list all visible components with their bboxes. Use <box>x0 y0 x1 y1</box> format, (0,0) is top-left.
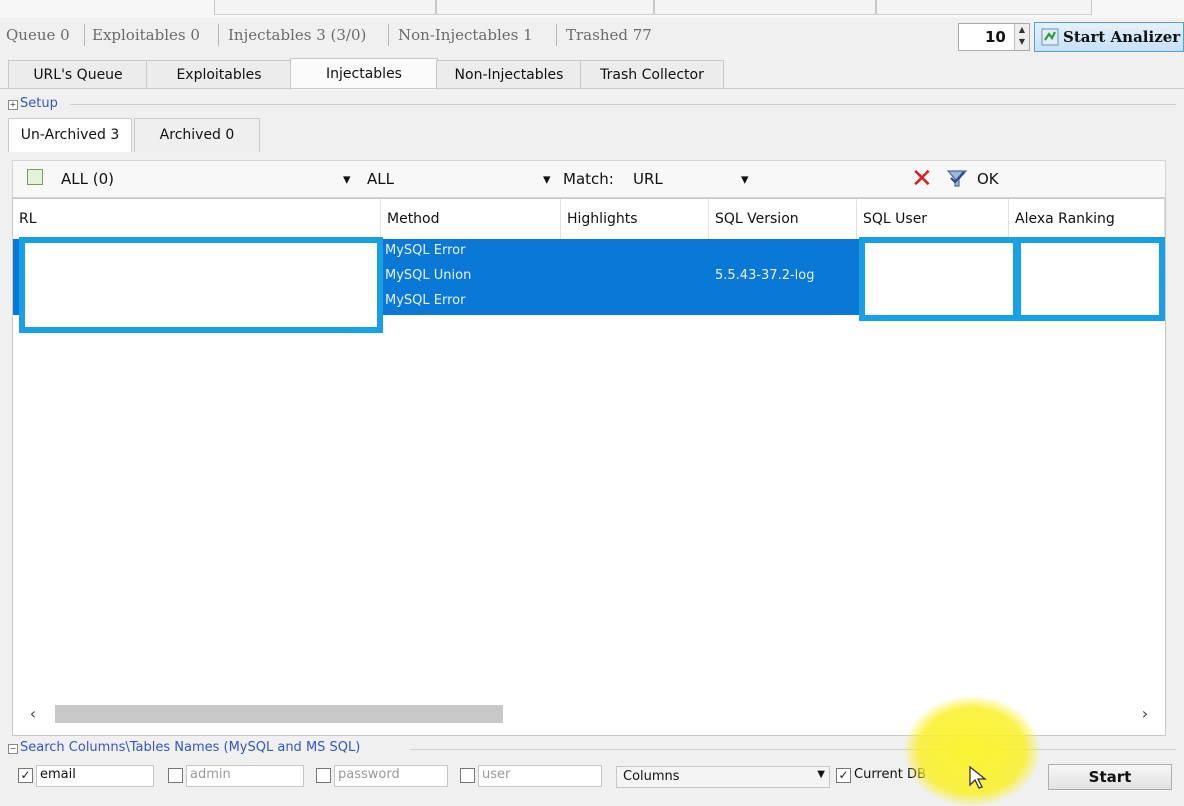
spinner-arrows-icon[interactable]: ▲ ▼ <box>1014 24 1029 50</box>
dropdown-arrow-icon[interactable]: ▾ <box>343 170 351 188</box>
toolbar-field[interactable] <box>214 0 436 15</box>
expand-icon: + <box>8 100 18 110</box>
redacted-url-cell <box>19 237 383 333</box>
top-toolbar-strip <box>0 0 1184 18</box>
column-header-sql-user[interactable]: SQL User <box>857 199 1009 239</box>
match-label: Match: <box>563 170 614 188</box>
queue-counter: Queue 0 <box>6 26 70 44</box>
match-dropdown[interactable]: URL <box>633 170 663 188</box>
scroll-thumb[interactable] <box>55 705 503 723</box>
toolbar-field[interactable] <box>654 0 876 15</box>
scroll-right-icon[interactable]: › <box>1135 701 1155 727</box>
search-divider <box>410 749 1176 750</box>
checkbox-icon[interactable]: ✓ <box>836 768 851 783</box>
checkbox-icon[interactable]: ✓ <box>18 768 33 783</box>
method-cell-line: MySQL Error <box>385 293 466 308</box>
method-cell-line: MySQL Error <box>385 243 466 258</box>
search-columns-label: Search Columns\Tables Names (MySQL and M… <box>20 740 361 755</box>
search-term-label: user <box>482 767 511 782</box>
analizer-icon <box>1041 28 1059 46</box>
scroll-left-icon[interactable]: ‹ <box>23 701 43 727</box>
columns-dropdown[interactable]: Columns ▼ <box>616 766 830 788</box>
exploitables-counter: Exploitables 0 <box>92 26 200 44</box>
start-analizer-label: Start Analizer <box>1063 28 1181 46</box>
column-header-sql-version[interactable]: SQL Version <box>709 199 857 239</box>
filter-bar: ALL (0) ▾ ALL ▾ Match: URL ▾ ✕ OK <box>12 160 1166 198</box>
filter-dropdown-all-count[interactable]: ALL (0) <box>61 170 114 188</box>
start-analizer-button[interactable]: Start Analizer <box>1034 22 1184 52</box>
injectables-grid: RL Method Highlights SQL Version SQL Use… <box>12 198 1166 736</box>
setup-label: Setup <box>20 96 58 111</box>
search-term-password[interactable]: password <box>316 765 452 787</box>
collapse-icon: − <box>8 744 18 754</box>
column-header-alexa-ranking[interactable]: Alexa Ranking <box>1009 199 1165 239</box>
search-term-label: password <box>338 767 400 782</box>
tab-injectables[interactable]: Injectables <box>290 58 438 90</box>
filter-icon[interactable] <box>27 169 43 185</box>
non-injectables-counter: Non-Injectables 1 <box>398 26 533 44</box>
mouse-cursor-icon <box>969 766 987 789</box>
sql-version-cell: 5.5.43-37.2-log <box>715 268 815 283</box>
search-term-admin[interactable]: admin <box>168 765 308 787</box>
injectables-counter: Injectables 3 (3/0) <box>228 26 367 44</box>
filter-dropdown-all[interactable]: ALL <box>367 170 394 188</box>
tab-divider <box>0 88 1184 89</box>
toolbar-field[interactable] <box>436 0 654 15</box>
redacted-sql-user-cell <box>859 237 1019 321</box>
redacted-alexa-cell <box>1015 237 1165 321</box>
column-header-highlights[interactable]: Highlights <box>561 199 709 239</box>
search-term-email[interactable]: ✓ email <box>18 765 158 787</box>
column-header-method[interactable]: Method <box>381 199 561 239</box>
thread-count-spinner[interactable]: 10 ▲ ▼ <box>958 23 1030 51</box>
grid-header: RL Method Highlights SQL Version SQL Use… <box>13 199 1165 240</box>
method-cell-line: MySQL Union <box>385 268 472 283</box>
subtab-un-archived[interactable]: Un-Archived 3 <box>8 118 132 152</box>
checkbox-icon[interactable] <box>168 768 183 783</box>
subtab-archived[interactable]: Archived 0 <box>134 118 260 152</box>
tab-urls-queue[interactable]: URL's Queue <box>8 60 148 88</box>
main-tabs: URL's Queue Exploitables Injectables Non… <box>0 58 1184 90</box>
tab-trash-collector[interactable]: Trash Collector <box>580 60 724 88</box>
column-header-url[interactable]: RL <box>13 199 381 239</box>
checkbox-icon[interactable] <box>316 768 331 783</box>
dropdown-arrow-icon[interactable]: ▼ <box>817 769 825 780</box>
clear-filter-icon[interactable]: ✕ <box>911 166 935 192</box>
dropdown-arrow-icon[interactable]: ▾ <box>543 170 551 188</box>
tab-exploitables[interactable]: Exploitables <box>146 60 292 88</box>
search-term-label: email <box>40 767 76 782</box>
dropdown-arrow-icon[interactable]: ▾ <box>741 170 749 188</box>
status-counters: Queue 0 Exploitables 0 Injectables 3 (3/… <box>0 22 950 50</box>
checkbox-icon[interactable] <box>460 768 475 783</box>
setup-divider <box>70 104 1176 105</box>
search-term-label: admin <box>190 767 231 782</box>
thread-count-value: 10 <box>985 28 1006 46</box>
start-search-button[interactable]: Start <box>1048 764 1172 790</box>
columns-dropdown-value: Columns <box>623 769 680 784</box>
toolbar-field[interactable] <box>876 0 1092 15</box>
trashed-counter: Trashed 77 <box>566 26 652 44</box>
filter-ok-icon[interactable] <box>945 166 969 190</box>
ok-label[interactable]: OK <box>977 170 999 188</box>
tab-non-injectables[interactable]: Non-Injectables <box>436 60 582 88</box>
search-term-user[interactable]: user <box>460 765 606 787</box>
